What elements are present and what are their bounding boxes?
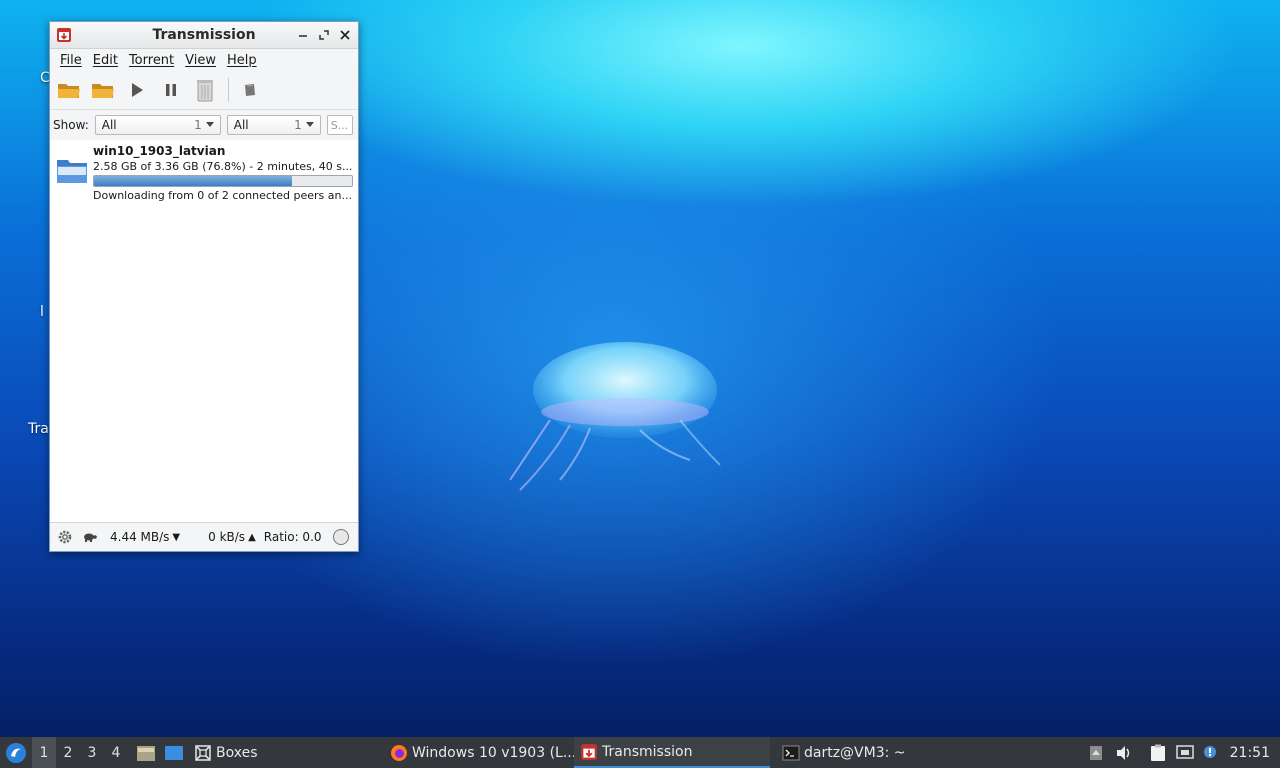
- task-terminal[interactable]: dartz@VM3: ~: [776, 737, 966, 768]
- tracker-filter-select[interactable]: All 1: [226, 115, 321, 135]
- activity-filter-count: 1: [194, 118, 202, 132]
- tracker-filter-count: 1: [294, 118, 302, 132]
- window-titlebar[interactable]: Transmission: [50, 22, 358, 49]
- chevron-down-icon: [305, 122, 314, 127]
- menu-help[interactable]: Help: [227, 53, 257, 68]
- torrent-status-text: Downloading from 0 of 2 connected peers …: [93, 189, 352, 202]
- pause-icon: [166, 84, 176, 96]
- task-boxes[interactable]: Boxes: [188, 737, 378, 768]
- upload-arrow-icon: ▲: [248, 531, 256, 543]
- workspace-4[interactable]: 4: [104, 737, 128, 768]
- trash-icon: [197, 80, 213, 102]
- tray-expand-button[interactable]: [1084, 737, 1108, 768]
- task-label: Windows 10 v1903 (L...: [412, 744, 574, 761]
- close-icon: [340, 30, 350, 40]
- menu-bar: File Edit Torrent View Help: [50, 49, 358, 71]
- activity-filter-select[interactable]: All 1: [94, 115, 221, 135]
- torrent-row[interactable]: win10_1903_latvian 2.58 GB of 3.36 GB (7…: [50, 140, 358, 206]
- download-arrow-icon: ▼: [172, 531, 181, 543]
- desktop-icon: [165, 745, 183, 760]
- clipboard-icon: [1150, 744, 1165, 761]
- filter-bar: Show: All 1 All 1 S...: [50, 110, 358, 141]
- properties-icon: [245, 84, 255, 96]
- firefox-icon: [391, 744, 407, 761]
- transmission-app-icon[interactable]: [56, 27, 72, 43]
- workspace-2[interactable]: 2: [56, 737, 80, 768]
- file-manager-icon: [137, 745, 155, 761]
- boxes-icon: [195, 744, 211, 761]
- task-label: Boxes: [216, 744, 258, 761]
- task-transmission[interactable]: Transmission: [574, 737, 770, 768]
- start-button[interactable]: [122, 75, 152, 105]
- status-bar: 4.44 MB/s ▼ 0 kB/s ▲ Ratio: 0.0: [50, 522, 358, 551]
- gear-icon[interactable]: [56, 528, 74, 546]
- torrent-list[interactable]: win10_1903_latvian 2.58 GB of 3.36 GB (7…: [50, 140, 358, 523]
- tracker-filter-value: All: [233, 118, 249, 132]
- close-button[interactable]: [336, 26, 354, 44]
- torrent-progress-text: 2.58 GB of 3.36 GB (76.8%) - 2 minutes, …: [93, 160, 353, 173]
- transmission-icon: [581, 743, 597, 760]
- show-label: Show:: [53, 118, 89, 132]
- menu-torrent[interactable]: Torrent: [129, 53, 174, 68]
- terminal-icon: [782, 745, 800, 760]
- file-manager-launcher[interactable]: [132, 737, 160, 768]
- maximize-icon: [319, 30, 329, 40]
- menu-view[interactable]: View: [185, 53, 216, 68]
- wallpaper-jellyfish: [509, 342, 721, 491]
- task-label: dartz@VM3: ~: [804, 744, 906, 761]
- workspace-1[interactable]: 1: [32, 737, 56, 768]
- ratio-text[interactable]: Ratio: 0.0: [264, 530, 322, 544]
- minimize-icon: [299, 35, 307, 37]
- menu-edit[interactable]: Edit: [93, 53, 118, 68]
- open-url-button[interactable]: [88, 75, 118, 105]
- activity-filter-value: All: [101, 118, 117, 132]
- show-desktop-button[interactable]: [160, 737, 188, 768]
- desktop-icon-label[interactable]: Tra: [28, 421, 49, 437]
- notification-icon: [1203, 745, 1216, 758]
- toolbar-separator: [228, 78, 229, 102]
- chevron-down-icon: [205, 122, 214, 127]
- remove-button[interactable]: [190, 75, 220, 105]
- minimize-button[interactable]: [294, 26, 312, 44]
- task-label: Transmission: [602, 743, 693, 760]
- lxqt-menu-icon: [6, 742, 26, 763]
- open-torrent-button[interactable]: [54, 75, 84, 105]
- task-firefox[interactable]: Windows 10 v1903 (L...: [384, 737, 574, 768]
- folder-icon: [57, 160, 87, 183]
- maximize-button[interactable]: [315, 26, 333, 44]
- upload-speed[interactable]: 0 kB/s: [208, 530, 245, 544]
- app-menu-button[interactable]: [0, 737, 32, 768]
- torrent-progress-fill: [94, 176, 293, 186]
- download-speed[interactable]: 4.44 MB/s: [110, 530, 169, 544]
- taskbar: 1 2 3 4 Boxes Windows 10 v1903 (L... Tra…: [0, 737, 1280, 768]
- folder-open-icon: [58, 84, 80, 98]
- network-button[interactable]: [1172, 737, 1198, 768]
- torrent-progress-bar: [93, 175, 353, 187]
- chevron-up-icon: [1089, 745, 1102, 760]
- transmission-window[interactable]: Transmission File Edit Torrent View Help: [49, 21, 359, 552]
- search-input[interactable]: S...: [326, 115, 353, 135]
- volume-button[interactable]: [1108, 737, 1140, 768]
- folder-url-icon: [92, 84, 114, 98]
- torrent-name: win10_1903_latvian: [93, 144, 226, 158]
- play-icon: [132, 83, 143, 97]
- turtle-icon[interactable]: [82, 531, 98, 543]
- clipboard-button[interactable]: [1144, 737, 1172, 768]
- desktop-icon-label[interactable]: l: [40, 304, 44, 320]
- turtle-mode-toggle-icon[interactable]: [332, 528, 350, 546]
- network-icon: [1175, 744, 1194, 759]
- workspace-3[interactable]: 3: [80, 737, 104, 768]
- clock[interactable]: 21:51: [1222, 737, 1280, 768]
- notification-button[interactable]: [1198, 737, 1222, 768]
- toolbar: [50, 71, 358, 110]
- pause-button[interactable]: [156, 75, 186, 105]
- volume-icon: [1116, 745, 1129, 760]
- system-tray: 21:51: [1084, 737, 1280, 768]
- menu-file[interactable]: File: [60, 53, 82, 68]
- properties-button[interactable]: [235, 75, 265, 105]
